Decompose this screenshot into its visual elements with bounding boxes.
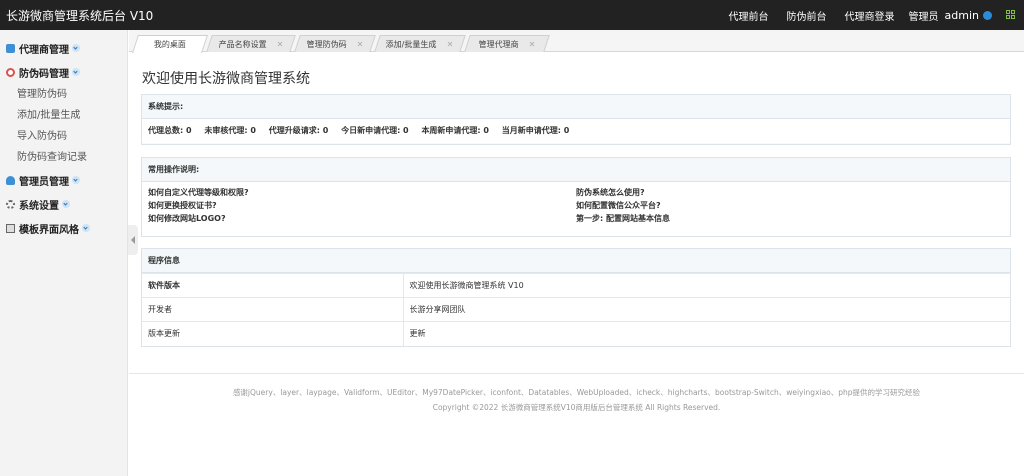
sidebar-group-label: 系统设置: [19, 200, 59, 212]
program-info-table: 软件版本 欢迎使用长游微商管理系统 V10 开发者 长游分享网团队 版本更新 更…: [142, 273, 1010, 346]
stat-month-new: 当月新申请代理: 0: [501, 126, 570, 135]
info-key: 开发者: [142, 297, 404, 322]
sidebar-collapse-handle[interactable]: [128, 225, 138, 255]
sidebar-item-import-codes[interactable]: 导入防伪码: [0, 126, 127, 147]
panel-title: 系统提示:: [142, 95, 1010, 119]
help-link[interactable]: 如何修改网站LOGO?: [148, 212, 249, 225]
gear-icon: [6, 199, 15, 209]
sidebar-group-theme[interactable]: 模板界面风格: [0, 216, 127, 240]
user-menu[interactable]: admin: [945, 9, 979, 22]
table-row: 软件版本 欢迎使用长游微商管理系统 V10: [142, 273, 1010, 298]
tab-label: 产品名称设置: [218, 39, 267, 49]
tab-manage-codes[interactable]: 管理防伪码 ✕: [294, 35, 376, 52]
stat-today-new: 今日新申请代理: 0: [341, 126, 409, 135]
chevron-down-icon: [72, 68, 80, 76]
top-bar: 长游微商管理系统后台 V10 代理前台 防伪前台 代理商登录 管理员 admin: [0, 0, 1024, 30]
table-row: 版本更新 更新: [142, 321, 1010, 346]
user-dropdown-icon[interactable]: [983, 10, 992, 20]
help-link[interactable]: 防伪系统怎么使用?: [576, 186, 670, 199]
info-value: 欢迎使用长游微商管理系统 V10: [403, 273, 1010, 298]
stat-upgrade-requests: 代理升级请求: 0: [268, 126, 329, 135]
topnav-anticounterfeit-front[interactable]: 防伪前台: [787, 8, 827, 23]
sidebar-item-batch-generate[interactable]: 添加/批量生成: [0, 105, 127, 126]
dashboard-icon: [6, 43, 15, 53]
stat-unreviewed: 未审核代理: 0: [204, 126, 256, 135]
sidebar-group-label: 管理员管理: [19, 176, 69, 188]
system-notice-panel: 系统提示: 代理总数: 0 未审核代理: 0 代理升级请求: 0 今日新申请代理…: [141, 94, 1011, 145]
tab-label: 我的桌面: [153, 40, 186, 49]
panel-title: 程序信息: [142, 249, 1010, 273]
close-icon[interactable]: ✕: [447, 40, 454, 49]
tab-label: 添加/批量生成: [386, 39, 437, 49]
info-key: 版本更新: [142, 321, 404, 346]
info-value: 长游分享网团队: [403, 297, 1010, 322]
chevron-down-icon: [82, 224, 90, 232]
chevron-down-icon: [62, 200, 70, 208]
user-icon: [6, 175, 15, 185]
help-link[interactable]: 如何配置微信公众平台?: [576, 199, 670, 212]
topnav-agent-login[interactable]: 代理商登录: [845, 8, 895, 23]
user-role: 管理员: [908, 11, 939, 23]
sidebar-item-query-log[interactable]: 防伪码查询记录: [0, 147, 127, 168]
help-link[interactable]: 如何自定义代理等级和权限?: [148, 186, 249, 199]
tab-manage-agents[interactable]: 管理代理商 ✕: [464, 35, 550, 52]
close-icon[interactable]: ✕: [276, 40, 283, 49]
tab-product-name[interactable]: 产品名称设置 ✕: [206, 35, 296, 52]
program-info-panel: 程序信息 软件版本 欢迎使用长游微商管理系统 V10 开发者 长游分享网团队 版…: [141, 248, 1011, 347]
sidebar-group-agent[interactable]: 代理商管理: [0, 36, 127, 60]
sidebar-group-admin[interactable]: 管理员管理: [0, 168, 127, 192]
panel-title: 常用操作说明:: [142, 158, 1010, 182]
stats-row: 代理总数: 0 未审核代理: 0 代理升级请求: 0 今日新申请代理: 0 本周…: [142, 119, 1010, 143]
footer-divider: [129, 373, 1024, 374]
app-title: 长游微商管理系统后台 V10: [6, 9, 154, 23]
chevron-down-icon: [72, 44, 80, 52]
close-icon[interactable]: ✕: [356, 40, 363, 49]
table-row: 开发者 长游分享网团队: [142, 297, 1010, 322]
tab-label: 管理代理商: [478, 39, 519, 49]
sidebar-group-label: 防伪码管理: [19, 68, 69, 80]
info-key: 软件版本: [142, 273, 404, 298]
sidebar-group-label: 模板界面风格: [19, 224, 79, 236]
layout-icon: [6, 223, 15, 233]
skin-switch-icon[interactable]: [1006, 10, 1016, 20]
update-link[interactable]: 更新: [403, 321, 1010, 346]
sidebar-group-settings[interactable]: 系统设置: [0, 192, 127, 216]
sidebar-group-label: 代理商管理: [19, 44, 69, 56]
tab-desktop[interactable]: 我的桌面: [132, 35, 208, 53]
help-links: 如何自定义代理等级和权限? 如何更换授权证书? 如何修改网站LOGO? 防伪系统…: [142, 182, 1010, 236]
footer-copyright: Copyright ©2022 长游微商管理系统V10商用版后台管理系统 All…: [432, 403, 721, 412]
footer-thanks: 感谢jQuery、layer、laypage、Validform、UEditor…: [232, 388, 921, 397]
help-panel: 常用操作说明: 如何自定义代理等级和权限? 如何更换授权证书? 如何修改网站LO…: [141, 157, 1011, 237]
tab-batch-generate[interactable]: 添加/批量生成 ✕: [374, 35, 466, 52]
chevron-down-icon: [72, 176, 80, 184]
tab-label: 管理防伪码: [306, 39, 347, 49]
help-link[interactable]: 如何更换授权证书?: [148, 199, 249, 212]
tab-bar: 我的桌面 产品名称设置 ✕ 管理防伪码 ✕ 添加/批量生成 ✕ 管理代理商 ✕: [129, 30, 1024, 53]
stat-week-new: 本周新申请代理: 0: [421, 126, 489, 135]
sidebar-group-anticounterfeit[interactable]: 防伪码管理: [0, 60, 127, 84]
target-icon: [6, 67, 15, 77]
close-icon[interactable]: ✕: [528, 40, 535, 49]
help-link[interactable]: 第一步: 配置网站基本信息: [576, 212, 670, 225]
sidebar: 代理商管理 防伪码管理 管理防伪码 添加/批量生成 导入防伪码 防伪码查询记录 …: [0, 30, 128, 476]
sidebar-item-manage-codes[interactable]: 管理防伪码: [0, 84, 127, 105]
stat-total-agents: 代理总数: 0: [148, 126, 192, 135]
top-nav: 代理前台 防伪前台 代理商登录 管理员 admin: [711, 0, 1016, 30]
topnav-agent-front[interactable]: 代理前台: [729, 8, 769, 23]
page-title: 欢迎使用长游微商管理系统: [142, 71, 310, 87]
